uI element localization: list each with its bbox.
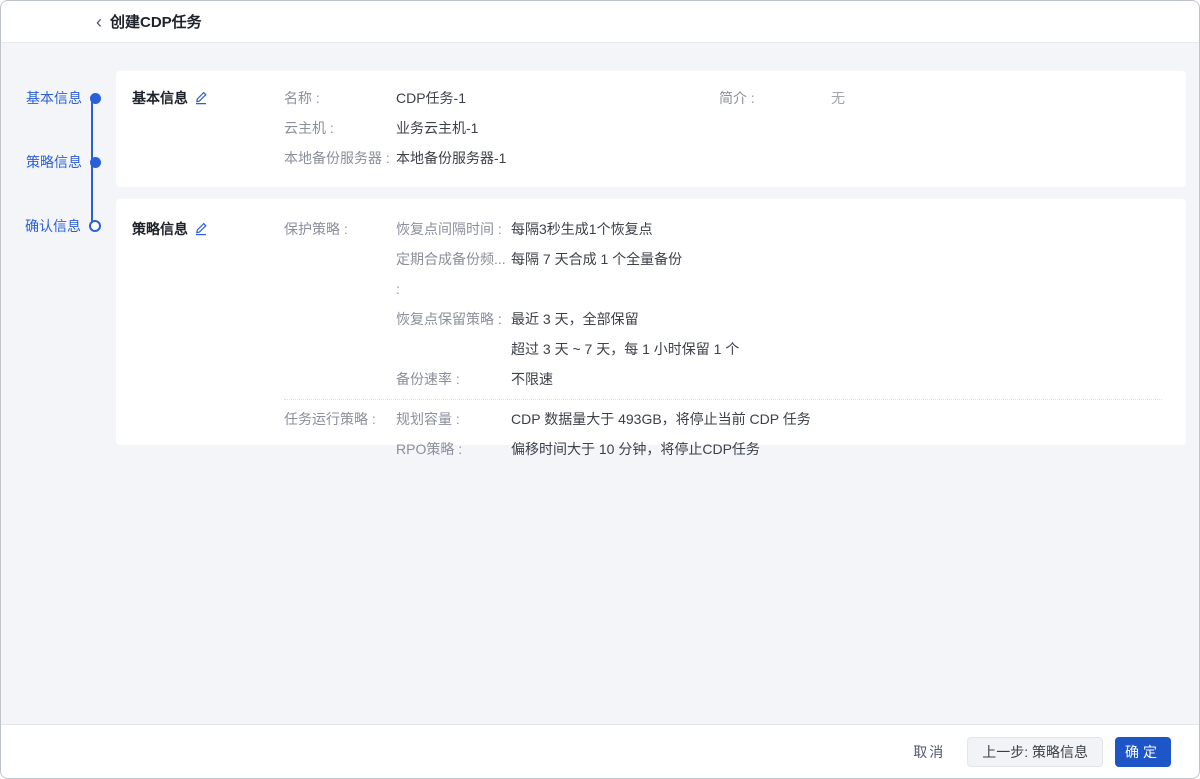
field-label: 恢复点间隔时间 : — [396, 214, 511, 244]
field-value: CDP任务-1 — [396, 83, 719, 113]
field-row: 名称 : CDP任务-1 简介 : 无 — [284, 83, 1162, 113]
step-sidebar: 基本信息 策略信息 确认信息 — [1, 44, 116, 724]
group-label: 保护策略 : — [284, 214, 396, 394]
field-value: 业务云主机-1 — [396, 113, 478, 143]
page-title: 创建CDP任务 — [110, 11, 202, 32]
previous-step-button[interactable]: 上一步: 策略信息 — [967, 737, 1103, 767]
field-label: 规划容量 : — [396, 404, 511, 434]
step-label[interactable]: 确认信息 — [25, 216, 81, 236]
field-value: 最近 3 天，全部保留 — [511, 304, 639, 334]
field-row: 恢复点间隔时间 : 每隔3秒生成1个恢复点 — [396, 214, 1162, 244]
field-value: 无 — [831, 83, 845, 113]
back-icon[interactable]: ‹ — [96, 13, 102, 31]
field-value: 不限速 — [511, 364, 553, 394]
create-cdp-task-page: ‹ 创建CDP任务 基本信息 策略信息 确认信息 基本信息 — [0, 0, 1200, 779]
field-value: 每隔3秒生成1个恢复点 — [511, 214, 653, 244]
group-label: 任务运行策略 : — [284, 404, 396, 464]
footer-action-bar: 取消 上一步: 策略信息 确定 — [1, 724, 1199, 778]
field-value: CDP 数据量大于 493GB，将停止当前 CDP 任务 — [511, 404, 811, 434]
step-dot-filled — [90, 157, 101, 168]
step-policy-info[interactable]: 策略信息 — [1, 153, 101, 171]
step-dot-filled — [90, 93, 101, 104]
page-header: ‹ 创建CDP任务 — [1, 1, 1199, 43]
field-row: 本地备份服务器 : 本地备份服务器-1 — [284, 143, 1162, 173]
confirm-button[interactable]: 确定 — [1115, 737, 1171, 767]
field-value: 超过 3 天 ~ 7 天，每 1 小时保留 1 个 — [511, 334, 739, 364]
step-confirm-info[interactable]: 确认信息 — [1, 217, 101, 235]
field-label: 名称 : — [284, 83, 396, 113]
step-label[interactable]: 策略信息 — [26, 152, 82, 172]
field-value: 本地备份服务器-1 — [396, 143, 506, 173]
field-label — [396, 334, 511, 364]
field-row: 定期合成备份频... : 每隔 7 天合成 1 个全量备份 — [396, 244, 1162, 304]
field-value: 偏移时间大于 10 分钟，将停止CDP任务 — [511, 434, 760, 464]
field-row: RPO策略 : 偏移时间大于 10 分钟，将停止CDP任务 — [396, 434, 1162, 464]
policy-info-card: 策略信息 保护策略 : 恢复点间隔时间 : 每隔3秒生成1个恢复点 定期合成备份… — [116, 199, 1186, 445]
step-basic-info[interactable]: 基本信息 — [1, 89, 101, 107]
field-label: 云主机 : — [284, 113, 396, 143]
field-value: 每隔 7 天合成 1 个全量备份 — [511, 244, 682, 304]
main-content: 基本信息 策略信息 确认信息 基本信息 名称 : CD — [1, 44, 1199, 724]
edit-icon[interactable] — [194, 216, 208, 246]
run-policy-group: 任务运行策略 : 规划容量 : CDP 数据量大于 493GB，将停止当前 CD… — [284, 404, 1162, 464]
field-label: RPO策略 : — [396, 434, 511, 464]
group-divider — [284, 399, 1162, 400]
field-row: 备份速率 : 不限速 — [396, 364, 1162, 394]
field-label: 定期合成备份频... : — [396, 244, 511, 304]
field-row: 恢复点保留策略 : 最近 3 天，全部保留 — [396, 304, 1162, 334]
field-label: 恢复点保留策略 : — [396, 304, 511, 334]
policy-info-card-title: 策略信息 — [132, 221, 188, 237]
protect-policy-group: 保护策略 : 恢复点间隔时间 : 每隔3秒生成1个恢复点 定期合成备份频... … — [284, 214, 1162, 394]
field-label: 简介 : — [719, 83, 831, 113]
step-dot-hollow — [89, 220, 101, 232]
field-label: 本地备份服务器 : — [284, 143, 396, 173]
field-row: 超过 3 天 ~ 7 天，每 1 小时保留 1 个 — [396, 334, 1162, 364]
field-row: 云主机 : 业务云主机-1 — [284, 113, 1162, 143]
step-label[interactable]: 基本信息 — [26, 88, 82, 108]
field-row: 规划容量 : CDP 数据量大于 493GB，将停止当前 CDP 任务 — [396, 404, 1162, 434]
edit-icon[interactable] — [194, 85, 208, 115]
basic-info-card: 基本信息 名称 : CDP任务-1 简介 : 无 云主机 : 业务云主机-1 本… — [116, 71, 1186, 187]
basic-info-card-title: 基本信息 — [132, 90, 188, 106]
field-label: 备份速率 : — [396, 364, 511, 394]
cancel-button[interactable]: 取消 — [909, 737, 949, 767]
